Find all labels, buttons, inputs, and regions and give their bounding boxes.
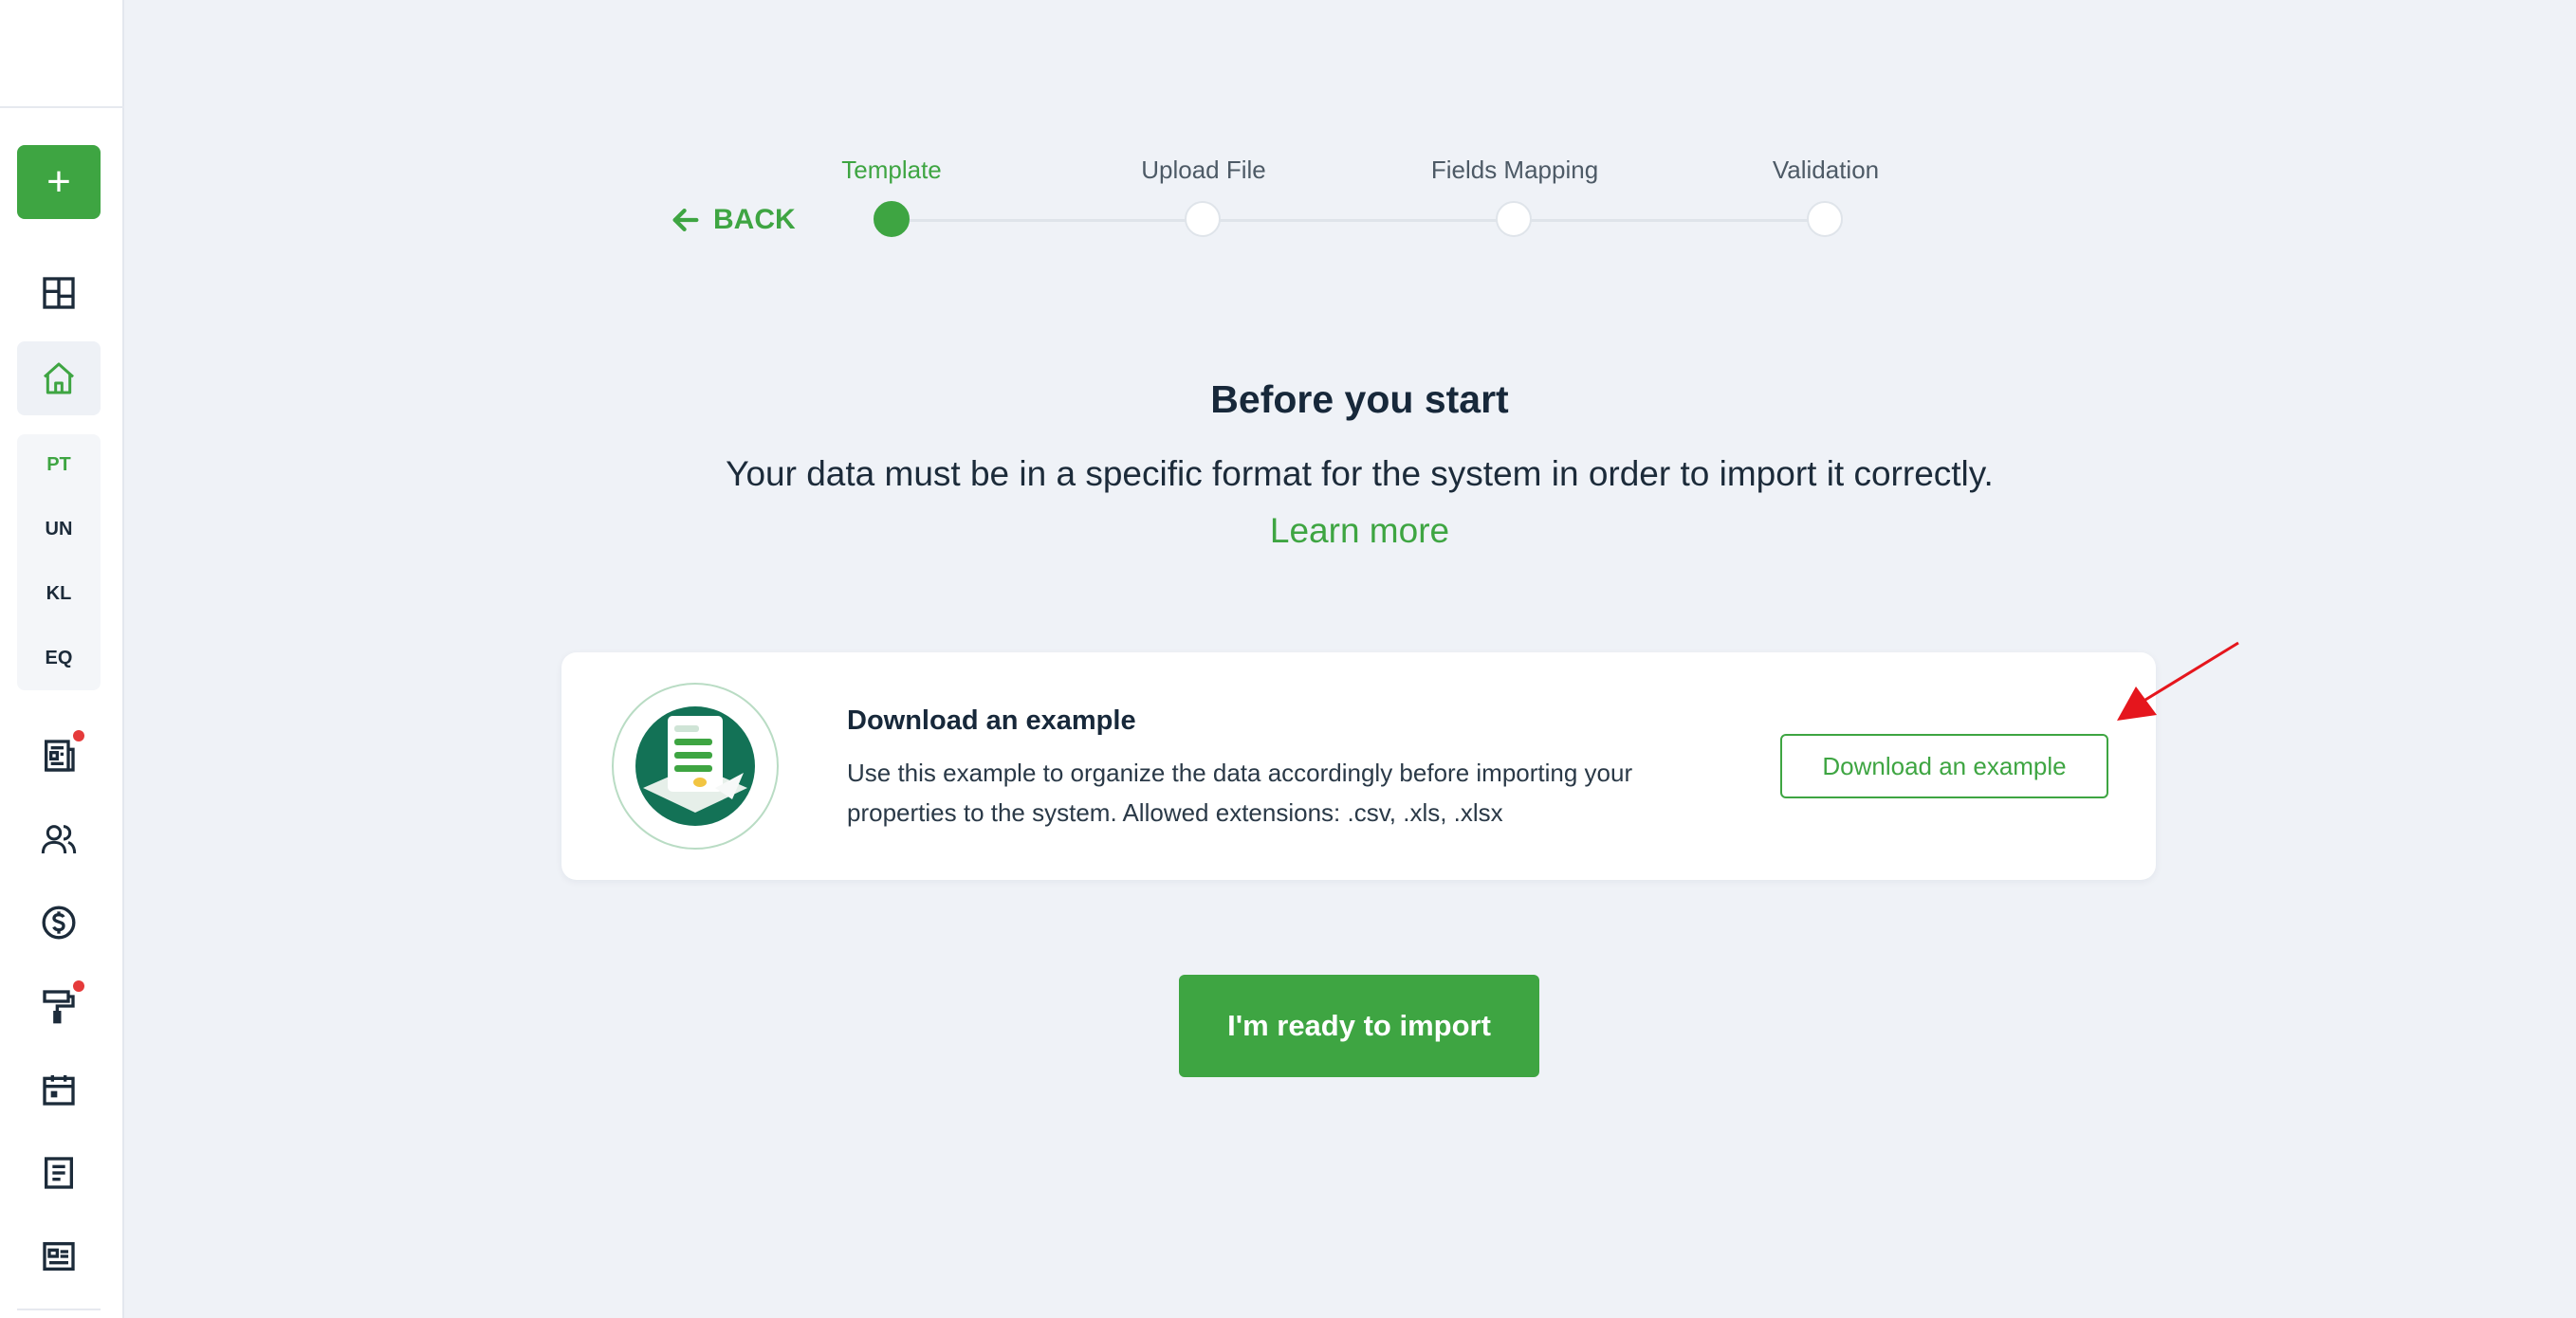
step-connector [1203,219,1516,222]
step-label-template: Template [841,156,942,184]
sidebar-item-kl[interactable]: KL [17,583,101,605]
sidebar-item-eq[interactable]: EQ [17,648,101,669]
download-example-button[interactable]: Download an example [1780,734,2108,798]
learn-more-link[interactable]: Learn more [1270,511,1449,550]
back-label: BACK [713,204,796,235]
download-example-card: Download an example Use this example to … [561,652,2156,880]
step-dot-upload-file [1185,201,1221,237]
step-label-validation: Validation [1772,156,1880,184]
notification-dot [73,730,84,741]
users-icon[interactable] [33,814,84,865]
arrow-left-icon [672,208,699,232]
step-connector [1514,219,1827,222]
subtitle-text: Your data must be in a specific format f… [726,454,1994,493]
step-dot-fields-mapping [1496,201,1532,237]
document-icon[interactable] [33,1147,84,1199]
dashboard-icon[interactable] [33,267,84,319]
ready-to-import-button[interactable]: I'm ready to import [1179,975,1539,1077]
page-title: Before you start [1210,377,1509,421]
step-label-fields-mapping: Fields Mapping [1430,156,1599,184]
calendar-icon[interactable] [33,1064,84,1115]
step-dot-template [874,201,910,237]
step-label-upload-file: Upload File [1141,156,1266,184]
annotation-arrow-icon [2117,641,2239,721]
add-button[interactable]: + [17,145,101,219]
list-card-icon[interactable] [33,1231,84,1282]
sidebar-item-un[interactable]: UN [17,519,101,540]
back-button[interactable]: BACK [670,204,796,236]
sidebar-item-pt[interactable]: PT [17,454,101,476]
card-description: Use this example to organize the data ac… [847,759,1633,827]
spreadsheet-illustration-icon [612,683,779,850]
step-dot-validation [1807,201,1843,237]
sidebar: + PT UN KL EQ [0,0,124,1318]
home-icon[interactable] [33,353,84,404]
page-subtitle: Your data must be in a specific format f… [721,446,1998,559]
step-connector [892,219,1205,222]
dollar-icon[interactable] [33,897,84,948]
card-title: Download an example [847,705,1136,736]
sidebar-divider [0,106,124,108]
notification-dot [73,980,84,992]
sidebar-divider [17,1309,101,1310]
